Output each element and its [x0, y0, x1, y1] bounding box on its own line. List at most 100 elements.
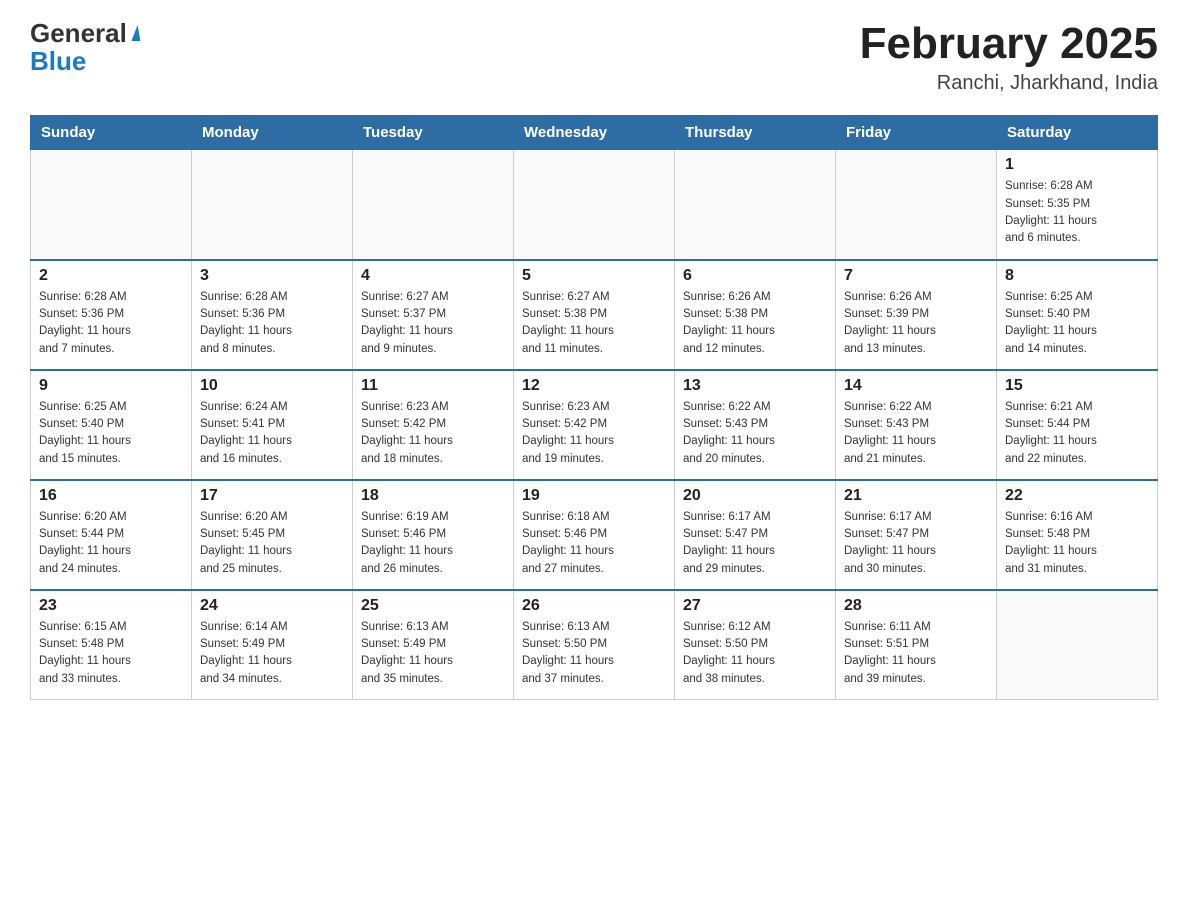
day-number: 17 — [200, 487, 344, 505]
calendar-cell — [192, 150, 353, 260]
calendar-header-row: SundayMondayTuesdayWednesdayThursdayFrid… — [31, 116, 1158, 150]
calendar-cell: 2 Sunrise: 6:28 AM Sunset: 5:36 PM Daylig… — [31, 260, 192, 370]
calendar-week-row: 2 Sunrise: 6:28 AM Sunset: 5:36 PM Daylig… — [31, 260, 1158, 370]
day-info: Sunrise: 6:16 AM Sunset: 5:48 PM Dayligh… — [1005, 509, 1149, 578]
calendar-cell — [353, 150, 514, 260]
title-block: February 2025 Ranchi, Jharkhand, India — [860, 20, 1158, 95]
day-number: 13 — [683, 377, 827, 395]
day-info: Sunrise: 6:15 AM Sunset: 5:48 PM Dayligh… — [39, 619, 183, 688]
day-info: Sunrise: 6:22 AM Sunset: 5:43 PM Dayligh… — [683, 399, 827, 468]
logo-blue-text: Blue — [30, 46, 86, 76]
day-of-week-header: Tuesday — [353, 116, 514, 150]
calendar-cell: 4 Sunrise: 6:27 AM Sunset: 5:37 PM Daylig… — [353, 260, 514, 370]
calendar-cell — [31, 150, 192, 260]
day-info: Sunrise: 6:22 AM Sunset: 5:43 PM Dayligh… — [844, 399, 988, 468]
day-number: 11 — [361, 377, 505, 395]
day-info: Sunrise: 6:25 AM Sunset: 5:40 PM Dayligh… — [39, 399, 183, 468]
calendar-cell: 15Sunrise: 6:21 AM Sunset: 5:44 PM Dayli… — [997, 370, 1158, 480]
location-text: Ranchi, Jharkhand, India — [860, 72, 1158, 95]
day-info: Sunrise: 6:23 AM Sunset: 5:42 PM Dayligh… — [522, 399, 666, 468]
calendar-cell: 19Sunrise: 6:18 AM Sunset: 5:46 PM Dayli… — [514, 480, 675, 590]
day-number: 20 — [683, 487, 827, 505]
day-number: 9 — [39, 377, 183, 395]
day-info: Sunrise: 6:24 AM Sunset: 5:41 PM Dayligh… — [200, 399, 344, 468]
calendar-cell: 7Sunrise: 6:26 AM Sunset: 5:39 PM Daylig… — [836, 260, 997, 370]
calendar-cell: 14 Sunrise: 6:22 AM Sunset: 5:43 PM Dayli… — [836, 370, 997, 480]
day-info: Sunrise: 6:20 AM Sunset: 5:45 PM Dayligh… — [200, 509, 344, 578]
logo-general-text: General — [30, 20, 127, 46]
day-number: 18 — [361, 487, 505, 505]
day-info: Sunrise: 6:26 AM Sunset: 5:38 PM Dayligh… — [683, 289, 827, 358]
day-info: Sunrise: 6:19 AM Sunset: 5:46 PM Dayligh… — [361, 509, 505, 578]
calendar-cell: 1 Sunrise: 6:28 AM Sunset: 5:35 PM Daylig… — [997, 150, 1158, 260]
day-info: Sunrise: 6:11 AM Sunset: 5:51 PM Dayligh… — [844, 619, 988, 688]
calendar-cell — [514, 150, 675, 260]
day-number: 5 — [522, 267, 666, 285]
calendar-cell: 18 Sunrise: 6:19 AM Sunset: 5:46 PM Dayli… — [353, 480, 514, 590]
day-number: 10 — [200, 377, 344, 395]
day-of-week-header: Sunday — [31, 116, 192, 150]
calendar-cell: 24Sunrise: 6:14 AM Sunset: 5:49 PM Dayli… — [192, 590, 353, 700]
day-info: Sunrise: 6:17 AM Sunset: 5:47 PM Dayligh… — [844, 509, 988, 578]
calendar-cell: 12 Sunrise: 6:23 AM Sunset: 5:42 PM Dayli… — [514, 370, 675, 480]
day-info: Sunrise: 6:28 AM Sunset: 5:36 PM Dayligh… — [200, 289, 344, 358]
calendar-cell: 27 Sunrise: 6:12 AM Sunset: 5:50 PM Dayli… — [675, 590, 836, 700]
calendar-cell: 25 Sunrise: 6:13 AM Sunset: 5:49 PM Dayli… — [353, 590, 514, 700]
calendar-cell: 11Sunrise: 6:23 AM Sunset: 5:42 PM Dayli… — [353, 370, 514, 480]
month-year-heading: February 2025 — [860, 20, 1158, 68]
calendar-cell: 13 Sunrise: 6:22 AM Sunset: 5:43 PM Dayli… — [675, 370, 836, 480]
day-info: Sunrise: 6:25 AM Sunset: 5:40 PM Dayligh… — [1005, 289, 1149, 358]
day-number: 15 — [1005, 377, 1149, 395]
day-number: 7 — [844, 267, 988, 285]
day-info: Sunrise: 6:27 AM Sunset: 5:38 PM Dayligh… — [522, 289, 666, 358]
calendar-week-row: 16 Sunrise: 6:20 AM Sunset: 5:44 PM Dayli… — [31, 480, 1158, 590]
day-number: 4 — [361, 267, 505, 285]
calendar-week-row: 23 Sunrise: 6:15 AM Sunset: 5:48 PM Dayli… — [31, 590, 1158, 700]
day-info: Sunrise: 6:28 AM Sunset: 5:36 PM Dayligh… — [39, 289, 183, 358]
day-info: Sunrise: 6:14 AM Sunset: 5:49 PM Dayligh… — [200, 619, 344, 688]
calendar-table: SundayMondayTuesdayWednesdayThursdayFrid… — [30, 115, 1158, 700]
day-number: 12 — [522, 377, 666, 395]
day-number: 19 — [522, 487, 666, 505]
day-number: 2 — [39, 267, 183, 285]
logo: General Blue — [30, 20, 139, 77]
day-info: Sunrise: 6:28 AM Sunset: 5:35 PM Dayligh… — [1005, 178, 1149, 247]
calendar-cell — [997, 590, 1158, 700]
logo-triangle-icon — [128, 25, 140, 41]
calendar-cell: 5 Sunrise: 6:27 AM Sunset: 5:38 PM Daylig… — [514, 260, 675, 370]
calendar-cell: 10 Sunrise: 6:24 AM Sunset: 5:41 PM Dayli… — [192, 370, 353, 480]
day-number: 6 — [683, 267, 827, 285]
day-number: 8 — [1005, 267, 1149, 285]
calendar-cell: 20 Sunrise: 6:17 AM Sunset: 5:47 PM Dayli… — [675, 480, 836, 590]
day-number: 3 — [200, 267, 344, 285]
page-header: General Blue February 2025 Ranchi, Jhark… — [30, 20, 1158, 95]
calendar-cell: 16 Sunrise: 6:20 AM Sunset: 5:44 PM Dayli… — [31, 480, 192, 590]
day-of-week-header: Monday — [192, 116, 353, 150]
day-number: 28 — [844, 597, 988, 615]
day-info: Sunrise: 6:20 AM Sunset: 5:44 PM Dayligh… — [39, 509, 183, 578]
calendar-week-row: 9 Sunrise: 6:25 AM Sunset: 5:40 PM Daylig… — [31, 370, 1158, 480]
calendar-cell: 6 Sunrise: 6:26 AM Sunset: 5:38 PM Daylig… — [675, 260, 836, 370]
day-of-week-header: Wednesday — [514, 116, 675, 150]
day-number: 25 — [361, 597, 505, 615]
calendar-cell — [675, 150, 836, 260]
calendar-cell: 21 Sunrise: 6:17 AM Sunset: 5:47 PM Dayli… — [836, 480, 997, 590]
day-number: 14 — [844, 377, 988, 395]
calendar-cell: 17 Sunrise: 6:20 AM Sunset: 5:45 PM Dayli… — [192, 480, 353, 590]
day-number: 23 — [39, 597, 183, 615]
day-number: 26 — [522, 597, 666, 615]
day-number: 21 — [844, 487, 988, 505]
calendar-cell: 3 Sunrise: 6:28 AM Sunset: 5:36 PM Daylig… — [192, 260, 353, 370]
calendar-cell: 9 Sunrise: 6:25 AM Sunset: 5:40 PM Daylig… — [31, 370, 192, 480]
day-info: Sunrise: 6:17 AM Sunset: 5:47 PM Dayligh… — [683, 509, 827, 578]
day-of-week-header: Thursday — [675, 116, 836, 150]
calendar-cell: 23 Sunrise: 6:15 AM Sunset: 5:48 PM Dayli… — [31, 590, 192, 700]
day-info: Sunrise: 6:27 AM Sunset: 5:37 PM Dayligh… — [361, 289, 505, 358]
day-number: 1 — [1005, 156, 1149, 174]
day-info: Sunrise: 6:13 AM Sunset: 5:49 PM Dayligh… — [361, 619, 505, 688]
day-info: Sunrise: 6:12 AM Sunset: 5:50 PM Dayligh… — [683, 619, 827, 688]
day-number: 27 — [683, 597, 827, 615]
calendar-week-row: 1 Sunrise: 6:28 AM Sunset: 5:35 PM Daylig… — [31, 150, 1158, 260]
day-number: 16 — [39, 487, 183, 505]
day-of-week-header: Saturday — [997, 116, 1158, 150]
